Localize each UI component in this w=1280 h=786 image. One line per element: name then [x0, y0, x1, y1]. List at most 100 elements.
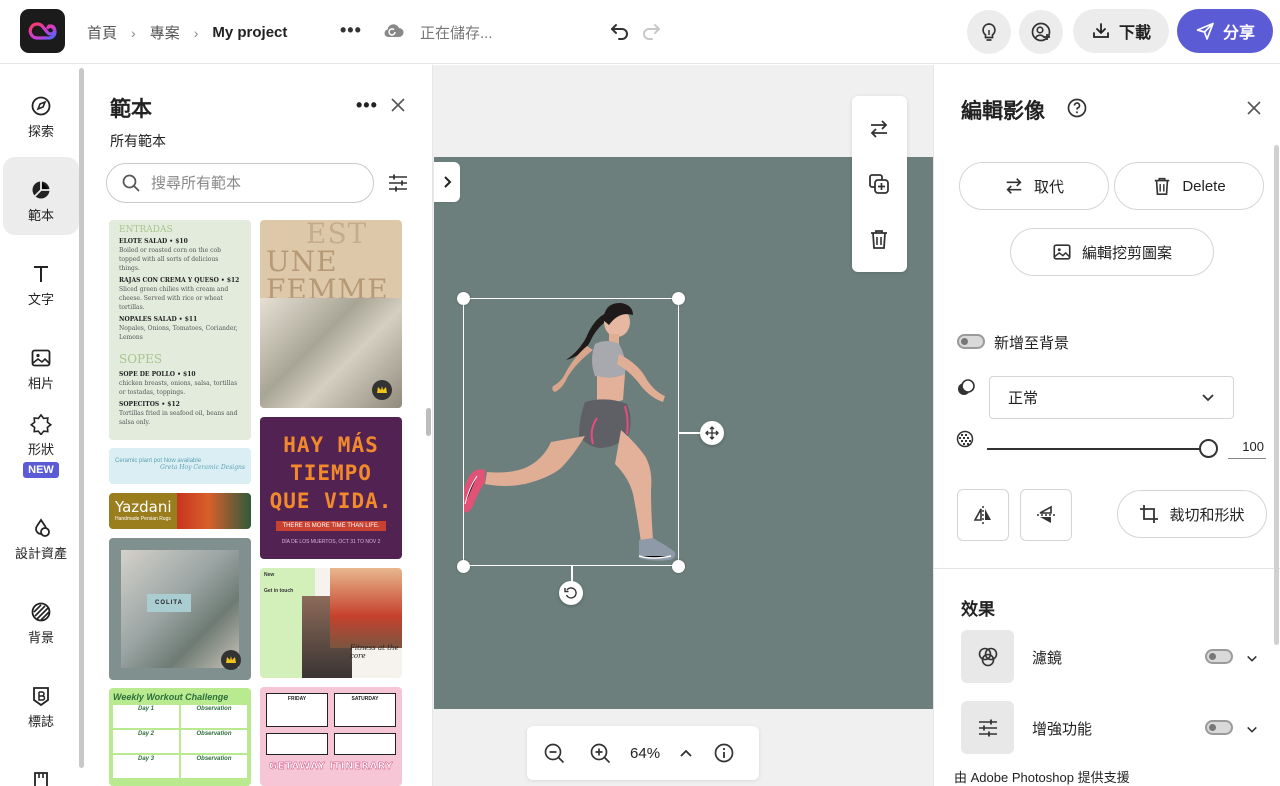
template-tile-est-une-femme[interactable]: EST UNE FEMME — [260, 220, 402, 408]
download-button[interactable]: 下載 — [1073, 9, 1169, 53]
add-to-background-toggle[interactable] — [957, 334, 985, 349]
panel-close-button[interactable] — [390, 97, 406, 118]
adjust-icon — [961, 701, 1014, 754]
rail-item-design-assets[interactable]: 設計資產 — [3, 495, 79, 573]
effect-label-filter: 濾鏡 — [1032, 650, 1063, 667]
resize-handle-top-left[interactable] — [457, 292, 470, 305]
zoom-level[interactable]: 64% — [630, 745, 679, 762]
sliders-icon — [389, 174, 407, 192]
resize-handle-bottom-left[interactable] — [457, 560, 470, 573]
panel-close-button[interactable] — [1246, 100, 1262, 121]
blend-mode-select[interactable]: 正常 — [989, 376, 1234, 419]
duplicate-button[interactable] — [868, 173, 890, 200]
search-icon — [122, 174, 140, 192]
zoom-in-icon — [590, 743, 610, 764]
creative-cloud-icon — [28, 22, 57, 40]
rail-item-text[interactable]: 文字 — [3, 241, 79, 319]
premium-crown-icon — [221, 650, 241, 670]
rail-item-more[interactable] — [3, 747, 79, 786]
tile-cell: Observation — [181, 755, 247, 778]
template-tile-colita[interactable]: COLITA — [109, 538, 251, 680]
selection-box[interactable] — [463, 298, 679, 566]
replace-button[interactable]: 取代 — [959, 162, 1109, 210]
rail-item-logo[interactable]: 標誌 — [3, 663, 79, 741]
template-tile-yazdani[interactable]: Yazdani Handmade Persian Rugs — [109, 493, 251, 529]
filter-expand-button[interactable] — [1246, 651, 1258, 669]
resize-handle-bottom-right[interactable] — [672, 560, 685, 573]
crop-shape-label: 裁切和形狀 — [1169, 506, 1245, 524]
add-to-background-label: 新增至背景 — [994, 335, 1070, 352]
breadcrumb-home[interactable]: 首頁 — [87, 22, 117, 43]
close-icon — [391, 98, 405, 112]
zoom-out-button[interactable] — [543, 742, 589, 764]
premium-crown-icon — [372, 380, 392, 400]
info-icon — [715, 743, 734, 763]
opacity-value-input[interactable]: 100 — [1228, 439, 1266, 459]
rail-item-photos[interactable]: 相片 — [3, 325, 79, 403]
flip-vertical-button[interactable] — [1020, 489, 1072, 541]
share-button[interactable]: 分享 — [1177, 9, 1273, 53]
zoom-menu-button[interactable] — [679, 748, 713, 758]
more-options-button[interactable]: ••• — [340, 20, 362, 41]
breadcrumb-projects[interactable]: 專案 — [150, 22, 180, 43]
image-icon — [1053, 244, 1071, 260]
rail-item-explore[interactable]: 探索 — [3, 73, 79, 151]
move-handle[interactable] — [700, 421, 724, 445]
panel-scrollbar[interactable] — [426, 408, 431, 436]
rotate-handle[interactable] — [559, 581, 583, 605]
panel-more-button[interactable]: ••• — [356, 95, 378, 116]
opacity-slider-thumb[interactable] — [1199, 439, 1218, 458]
rail-label: 標誌 — [27, 714, 54, 729]
help-button[interactable] — [1067, 98, 1087, 123]
panel-scrollbar[interactable] — [1274, 145, 1279, 645]
photo-icon — [31, 349, 51, 367]
invite-button[interactable] — [1019, 10, 1063, 54]
compass-icon — [31, 96, 51, 116]
flip-horizontal-button[interactable] — [957, 489, 1009, 541]
storage-icon — [34, 772, 48, 786]
rail-item-templates[interactable]: 範本 — [3, 157, 79, 235]
filter-toggle[interactable] — [1205, 649, 1233, 664]
template-tile-menu[interactable]: ENTRADAS ELOTE SALAD • $10 Boiled or roa… — [109, 220, 251, 440]
help-icon — [1067, 98, 1087, 118]
trash-icon — [1155, 177, 1170, 195]
rail-item-shapes[interactable]: 形狀 NEW — [3, 395, 79, 489]
tile-text: New — [264, 572, 275, 578]
chevron-up-icon — [680, 749, 692, 757]
rail-scrollbar[interactable] — [79, 68, 84, 768]
opacity-slider-track[interactable] — [987, 448, 1209, 450]
collapse-panel-button[interactable] — [434, 162, 460, 202]
resize-handle-top-right[interactable] — [672, 292, 685, 305]
delete-button[interactable]: Delete — [1114, 162, 1264, 210]
save-status: 正在儲存... — [420, 25, 493, 42]
delete-element-button[interactable] — [868, 228, 890, 255]
project-name[interactable]: My project — [212, 24, 287, 41]
search-field[interactable] — [106, 163, 374, 203]
tile-grid: FRIDAY SATURDAY — [266, 693, 396, 755]
template-tile-plant-pot[interactable]: Ceramic plant pot Now available Greta Ho… — [109, 448, 251, 484]
info-button[interactable] — [713, 742, 759, 764]
undo-button[interactable] — [609, 20, 631, 47]
menu-item: NOPALES SALAD • $11 — [119, 316, 198, 323]
tile-title-line: HAY MÁS — [283, 433, 379, 457]
search-input[interactable] — [151, 174, 351, 192]
adjust-toggle[interactable] — [1205, 720, 1233, 735]
rail-item-background[interactable]: 背景 — [3, 579, 79, 657]
rail-label: 設計資產 — [14, 546, 67, 561]
inspiration-button[interactable] — [967, 10, 1011, 54]
rail-label: 相片 — [27, 376, 54, 391]
edit-cutout-button[interactable]: 編輯挖剪圖案 — [1010, 228, 1214, 276]
tile-cell: Observation — [181, 730, 247, 753]
tile-text: Greta Hoy Ceramic Designs — [160, 464, 245, 471]
crop-shape-button[interactable]: 裁切和形狀 — [1117, 490, 1267, 538]
redo-button[interactable] — [640, 20, 662, 47]
template-tile-fitness[interactable]: New Get in touch Fitness at the core — [260, 568, 402, 678]
template-tile-hay-mas-tiempo[interactable]: HAY MÁS TIEMPO QUE VIDA. THERE IS MORE T… — [260, 417, 402, 559]
zoom-in-button[interactable] — [589, 742, 635, 764]
template-tile-getaway-itinerary[interactable]: FRIDAY SATURDAY GETAWAY ITINERARY — [260, 687, 402, 786]
swap-button[interactable] — [868, 118, 890, 145]
creative-cloud-logo[interactable] — [20, 9, 65, 53]
template-tile-weekly-workout[interactable]: Weekly Workout Challenge Day 1 Observati… — [109, 688, 251, 786]
filter-button[interactable] — [388, 173, 408, 198]
adjust-expand-button[interactable] — [1246, 722, 1258, 740]
